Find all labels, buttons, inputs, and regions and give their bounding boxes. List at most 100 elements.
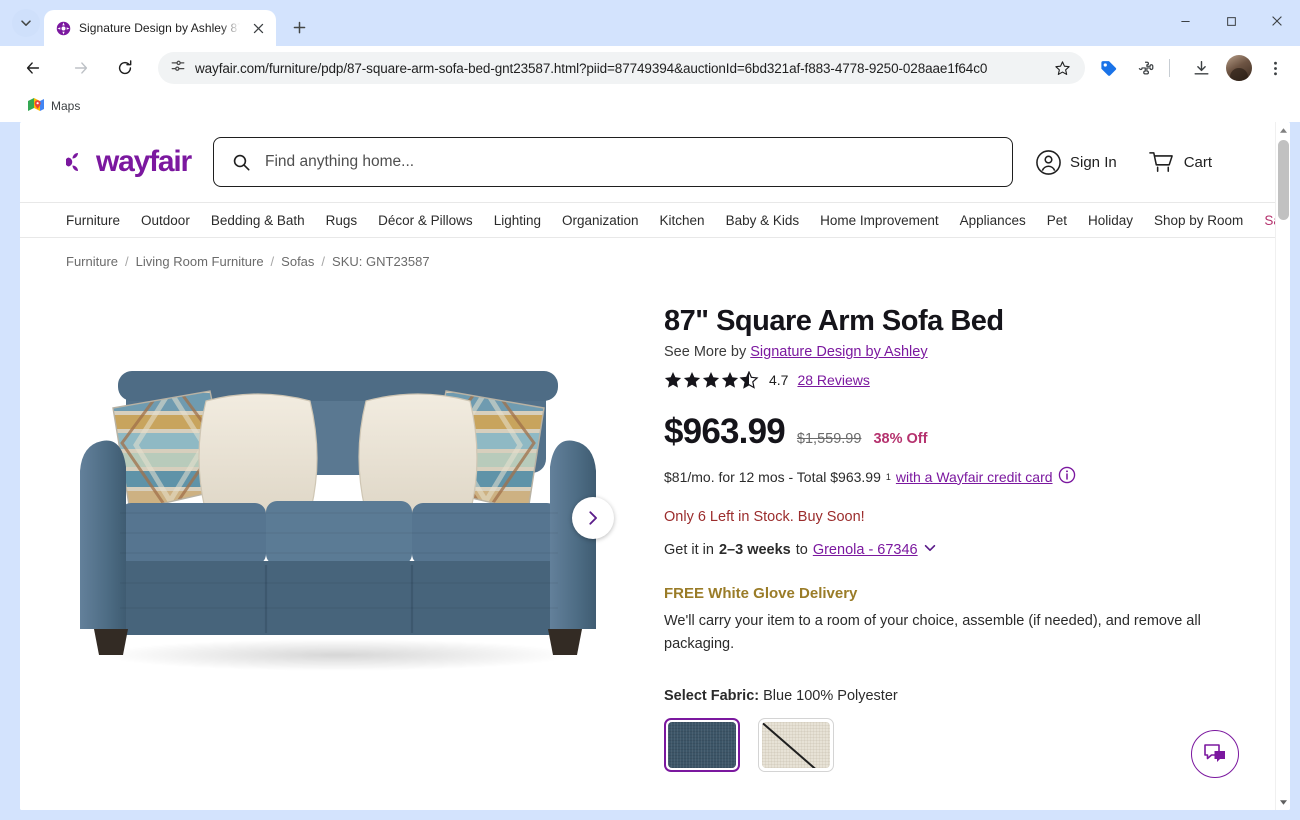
- delivery-location-link[interactable]: Grenola - 67346: [813, 542, 918, 558]
- cart-label: Cart: [1183, 153, 1213, 171]
- bookmark-button[interactable]: [1049, 55, 1075, 81]
- nav-item-organization[interactable]: Organization: [562, 213, 639, 228]
- brand-link[interactable]: Signature Design by Ashley: [750, 344, 927, 360]
- site-settings-icon[interactable]: [170, 58, 186, 79]
- rating-value: 4.7: [769, 372, 789, 388]
- profile-avatar-icon[interactable]: [1226, 55, 1252, 81]
- scrollbar-thumb[interactable]: [1278, 140, 1289, 220]
- star-rating: [664, 371, 760, 389]
- maximize-button[interactable]: [1208, 0, 1254, 42]
- tab-title: Signature Design by Ashley 87": [79, 21, 240, 35]
- white-glove-title: FREE White Glove Delivery: [664, 585, 858, 602]
- browser-window: Signature Design by Ashley 87" wayfair.c…: [0, 0, 1300, 820]
- star-icon: [1054, 60, 1070, 75]
- price-tag-extension-icon: [1100, 60, 1116, 76]
- nav-item-kitchen[interactable]: Kitchen: [660, 213, 705, 228]
- nav-item-pet[interactable]: Pet: [1047, 213, 1067, 228]
- gallery-next-button[interactable]: [572, 497, 614, 539]
- wayfair-favicon-icon: [55, 20, 71, 36]
- three-dot-menu-icon: [1273, 61, 1277, 75]
- chat-bubbles-icon: [1204, 744, 1225, 762]
- reload-icon: [118, 60, 132, 75]
- nav-item-baby-kids[interactable]: Baby & Kids: [726, 213, 800, 228]
- fabric-value: Blue 100% Polyester: [763, 688, 898, 705]
- new-tab-button[interactable]: [285, 13, 313, 41]
- minimize-button[interactable]: [1162, 0, 1208, 42]
- browser-tab[interactable]: Signature Design by Ashley 87": [44, 10, 276, 46]
- delivery-to: to: [795, 542, 808, 558]
- breadcrumb-item-living-room-furniture[interactable]: Living Room Furniture: [136, 254, 264, 269]
- fabric-label: Select Fabric:: [664, 688, 760, 705]
- bookmarks-bar: Maps: [0, 90, 1300, 122]
- product-image[interactable]: [58, 353, 618, 683]
- bookmark-maps[interactable]: Maps: [20, 94, 88, 118]
- sign-in-button[interactable]: Sign In: [1035, 149, 1117, 176]
- nav-item-decor-pillows[interactable]: Décor & Pillows: [378, 213, 473, 228]
- breadcrumb-separator: /: [270, 254, 275, 269]
- white-glove-description: We'll carry your item to a room of your …: [664, 613, 1201, 653]
- nav-item-holiday[interactable]: Holiday: [1088, 213, 1133, 228]
- info-circle-icon[interactable]: [1058, 466, 1076, 487]
- product-gallery: [20, 283, 656, 753]
- chevron-down-icon[interactable]: [923, 541, 937, 559]
- scrollbar-down-button[interactable]: [1276, 794, 1290, 810]
- url-text: wayfair.com/furniture/pdp/87-square-arm-…: [195, 60, 988, 76]
- nav-item-bedding-bath[interactable]: Bedding & Bath: [211, 213, 305, 228]
- site-header: wayfair Find anything home... Sign In Ca…: [20, 122, 1275, 202]
- nav-item-lighting[interactable]: Lighting: [494, 213, 541, 228]
- address-bar[interactable]: wayfair.com/furniture/pdp/87-square-arm-…: [158, 52, 1085, 84]
- nav-item-outdoor[interactable]: Outdoor: [141, 213, 190, 228]
- search-input[interactable]: Find anything home...: [213, 137, 1013, 187]
- chevron-down-icon: [21, 20, 31, 26]
- original-price: $1,559.99: [796, 431, 862, 447]
- wayfair-logo-mark-icon: [66, 153, 78, 171]
- nav-item-shop-by-room[interactable]: Shop by Room: [1154, 213, 1243, 228]
- forward-button[interactable]: [66, 53, 96, 83]
- nav-item-rugs[interactable]: Rugs: [326, 213, 358, 228]
- fabric-swatch-cream[interactable]: [758, 718, 834, 773]
- caret-up-icon: [1279, 127, 1287, 133]
- fabric-swatch-blue[interactable]: [664, 718, 740, 773]
- bookmark-label: Maps: [51, 99, 81, 113]
- chevron-right-icon: [589, 511, 598, 525]
- swatch-fill-blue: [668, 722, 736, 769]
- scrollbar-up-button[interactable]: [1276, 122, 1290, 138]
- browser-menu-button[interactable]: [1260, 53, 1290, 83]
- price-tag-extension-button[interactable]: [1093, 53, 1123, 83]
- downloads-button[interactable]: [1186, 53, 1216, 83]
- close-icon: [1272, 16, 1282, 26]
- forward-arrow-icon: [74, 62, 88, 74]
- minimize-icon: [1180, 20, 1190, 22]
- breadcrumb-separator: /: [321, 254, 326, 269]
- page-scrollbar[interactable]: [1275, 122, 1290, 810]
- chat-widget-button[interactable]: [1191, 730, 1239, 778]
- search-icon: [233, 154, 250, 171]
- plus-icon: [293, 21, 305, 33]
- reload-button[interactable]: [110, 53, 140, 83]
- tab-close-button[interactable]: [248, 18, 268, 38]
- stock-message: Only 6 Left in Stock. Buy Soon!: [664, 509, 865, 525]
- page-viewport: wayfair Find anything home... Sign In Ca…: [20, 122, 1290, 810]
- extensions-button[interactable]: [1131, 53, 1161, 83]
- shopping-cart-icon: [1148, 151, 1173, 172]
- window-controls: [1162, 0, 1300, 42]
- downloads-icon: [1194, 60, 1208, 75]
- financing-text: $81/mo. for 12 mos - Total $963.99: [664, 468, 881, 485]
- tab-search-button[interactable]: [12, 9, 40, 37]
- cart-button[interactable]: Cart: [1147, 149, 1212, 176]
- fabric-swatches: [664, 718, 1235, 773]
- nav-item-home-improvement[interactable]: Home Improvement: [820, 213, 939, 228]
- nav-item-furniture[interactable]: Furniture: [66, 213, 120, 228]
- nav-item-appliances[interactable]: Appliances: [960, 213, 1026, 228]
- breadcrumb-item-sofas[interactable]: Sofas: [281, 254, 314, 269]
- close-window-button[interactable]: [1254, 0, 1300, 42]
- page-title: 87" Square Arm Sofa Bed: [664, 305, 1004, 337]
- wayfair-logo[interactable]: wayfair: [66, 145, 192, 179]
- reviews-link[interactable]: 28 Reviews: [797, 372, 869, 388]
- wayfair-page: wayfair Find anything home... Sign In Ca…: [20, 122, 1275, 810]
- delivery-prefix: Get it in: [664, 542, 714, 558]
- breadcrumb-item-furniture[interactable]: Furniture: [66, 254, 118, 269]
- back-button[interactable]: [18, 53, 48, 83]
- credit-card-link[interactable]: with a Wayfair credit card: [896, 469, 1053, 485]
- nav-item-sale[interactable]: Sale: [1264, 213, 1275, 228]
